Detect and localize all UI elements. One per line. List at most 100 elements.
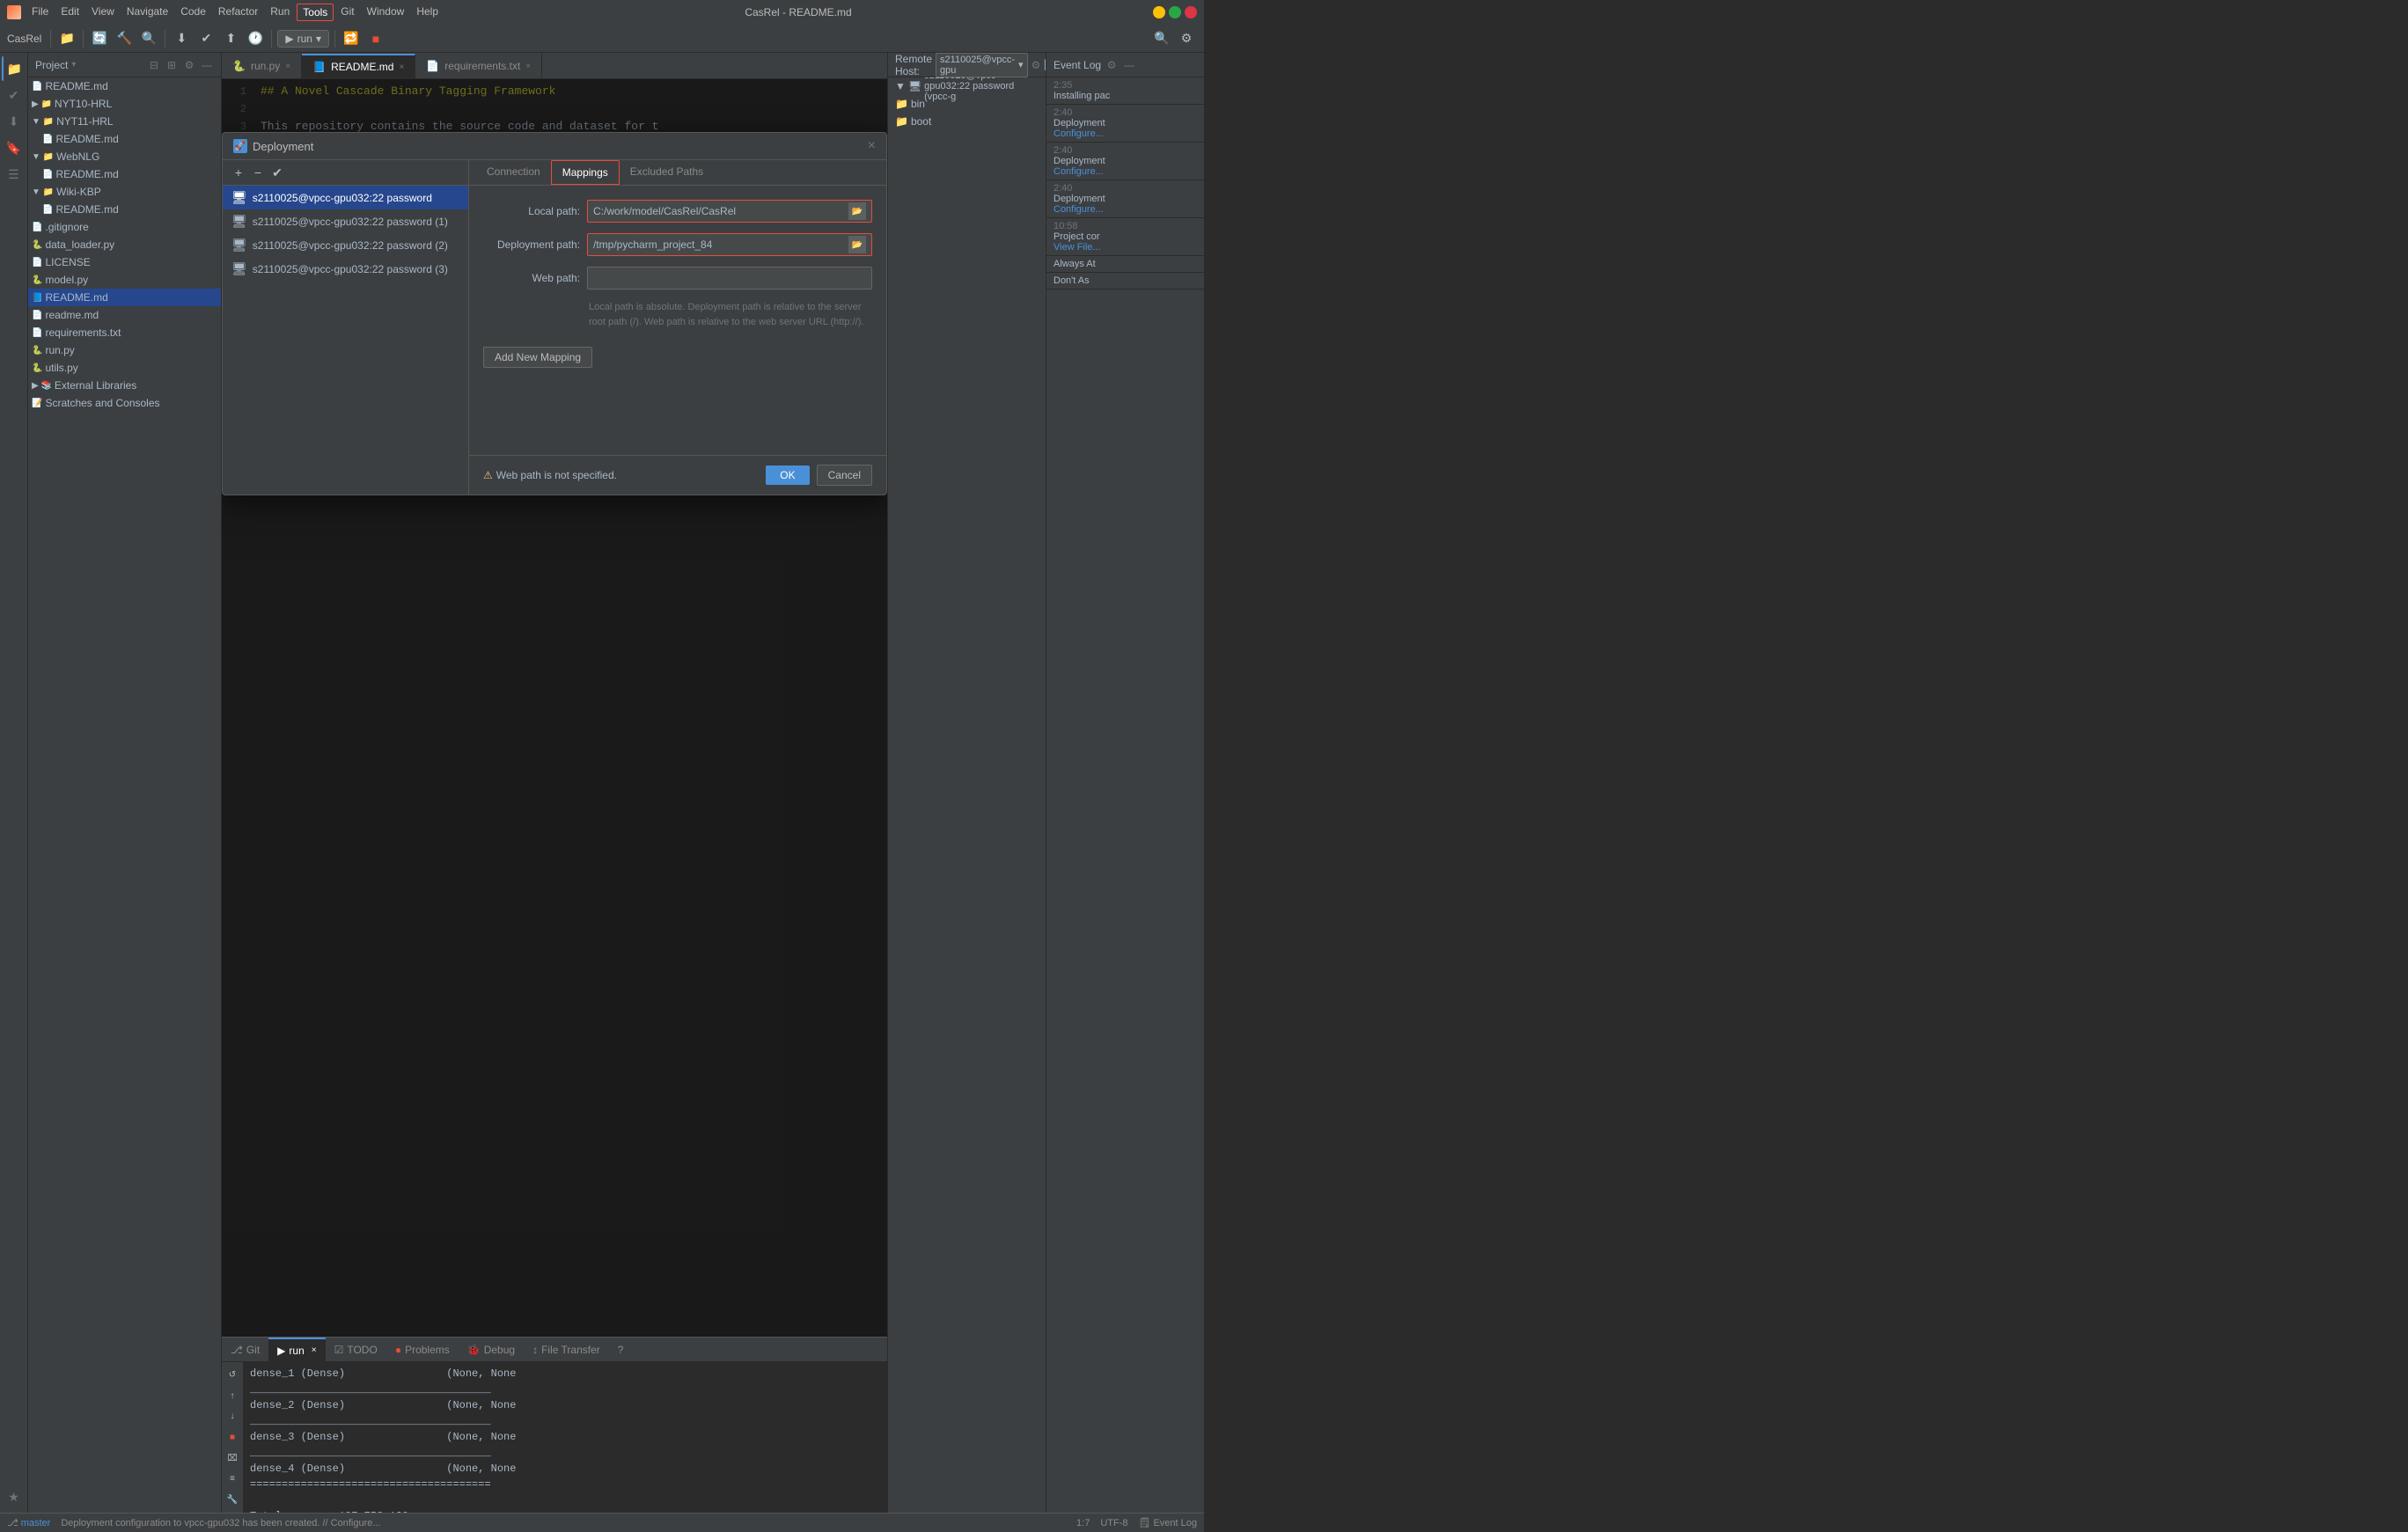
tree-item-external[interactable]: ▶ 📚 External Libraries: [28, 377, 221, 394]
deployment-path-input[interactable]: /tmp/pycharm_project_84 📂: [587, 233, 872, 256]
event-log-settings-btn[interactable]: ⚙: [1105, 58, 1119, 72]
activity-commit[interactable]: ✔: [2, 83, 26, 107]
status-message[interactable]: Deployment configuration to vpcc-gpu032 …: [61, 1518, 380, 1528]
toolbar-rerun-btn[interactable]: 🔁: [341, 28, 362, 49]
menu-view[interactable]: View: [86, 4, 120, 21]
toolbar-stop-btn[interactable]: ■: [365, 28, 386, 49]
term-scroll-up-btn[interactable]: ↑: [222, 1387, 243, 1406]
add-mapping-btn[interactable]: Add New Mapping: [483, 347, 592, 368]
remote-server-root[interactable]: ▼ 🖥 s2110025@vpcc-gpu032:22 password (vp…: [888, 77, 1046, 95]
local-path-input[interactable]: C:/work/model/CasRel/CasRel 📂: [587, 200, 872, 223]
terminal-content[interactable]: dense_1 (Dense) (None, None ____________…: [243, 1362, 887, 1513]
tree-item-model[interactable]: 🐍 model.py: [28, 271, 221, 289]
bottom-tab-todo[interactable]: ☑ TODO: [326, 1338, 386, 1362]
menu-refactor[interactable]: Refactor: [213, 4, 263, 21]
dialog-ok-btn[interactable]: OK: [766, 465, 809, 485]
maximize-button[interactable]: □: [1169, 6, 1181, 18]
event-item-4[interactable]: 10:58 Project cor View File...: [1046, 218, 1204, 256]
server-item-2[interactable]: 🖥 s2110025@vpcc-gpu032:22 password (2): [223, 233, 468, 257]
tab-requirements[interactable]: 📄 requirements.txt ×: [415, 54, 542, 78]
dialog-remove-server-btn[interactable]: −: [249, 164, 267, 181]
dialog-tab-mappings[interactable]: Mappings: [551, 160, 620, 185]
menu-run[interactable]: Run: [265, 4, 295, 21]
tab-readme[interactable]: 📘 README.md ×: [302, 54, 415, 78]
menu-navigate[interactable]: Navigate: [121, 4, 173, 21]
event-link-3[interactable]: Configure...: [1054, 204, 1197, 215]
dialog-check-btn[interactable]: ✔: [268, 164, 286, 181]
dialog-add-server-btn[interactable]: +: [230, 164, 247, 181]
bottom-tab-problems[interactable]: ● Problems: [386, 1338, 459, 1362]
event-log-minimize-btn[interactable]: —: [1122, 58, 1136, 72]
tree-item-readme-lower[interactable]: 📄 readme.md: [28, 306, 221, 324]
dialog-close-btn[interactable]: ×: [868, 138, 876, 154]
dialog-cancel-btn[interactable]: Cancel: [817, 465, 872, 486]
toolbar-open-btn[interactable]: 📁: [56, 28, 77, 49]
event-item-0[interactable]: 2:35 Installing pac: [1046, 77, 1204, 105]
term-settings-btn[interactable]: ≡: [222, 1470, 243, 1489]
tree-item-nyt11[interactable]: ▼ 📁 NYT11-HRL: [28, 113, 221, 130]
activity-project[interactable]: 📁: [2, 56, 26, 81]
remote-settings-btn[interactable]: ⚙: [1031, 58, 1041, 72]
toolbar-search-btn[interactable]: 🔍: [1151, 28, 1172, 49]
event-link-4[interactable]: View File...: [1054, 242, 1197, 253]
dialog-tab-connection[interactable]: Connection: [476, 160, 551, 185]
menu-code[interactable]: Code: [175, 4, 211, 21]
toolbar-commit-btn[interactable]: ✔: [195, 28, 217, 49]
toolbar-push-btn[interactable]: ⬆: [220, 28, 241, 49]
tree-item-dataloader[interactable]: 🐍 data_loader.py: [28, 236, 221, 253]
tree-item-scratches[interactable]: 📝 Scratches and Consoles: [28, 394, 221, 412]
project-settings-btn[interactable]: ⚙: [182, 58, 196, 72]
menu-tools[interactable]: Tools: [297, 4, 334, 21]
toolbar-settings-btn[interactable]: ⚙: [1176, 28, 1197, 49]
tree-item-readme-main[interactable]: 📘 README.md: [28, 289, 221, 306]
toolbar-git-btn[interactable]: ⬇: [171, 28, 192, 49]
project-collapse-btn[interactable]: ⊟: [147, 58, 161, 72]
toolbar-sync-btn[interactable]: 🔄: [89, 28, 110, 49]
term-restart-btn[interactable]: ↺: [222, 1366, 243, 1385]
toolbar-build-btn[interactable]: 🔨: [114, 28, 135, 49]
tab-runpy[interactable]: 🐍 run.py ×: [222, 54, 302, 78]
tree-item-requirements[interactable]: 📄 requirements.txt: [28, 324, 221, 341]
menu-help[interactable]: Help: [411, 4, 444, 21]
event-item-3[interactable]: 2:40 Deployment Configure...: [1046, 180, 1204, 218]
activity-pullrequest[interactable]: ⬇: [2, 109, 26, 134]
tab-requirements-close[interactable]: ×: [525, 62, 531, 71]
event-item-6[interactable]: Don't As: [1046, 273, 1204, 290]
tree-item-wiki[interactable]: ▼ 📁 Wiki-KBP: [28, 183, 221, 201]
tab-runpy-close[interactable]: ×: [285, 62, 290, 71]
project-sort-btn[interactable]: ⊞: [165, 58, 179, 72]
event-link-1[interactable]: Configure...: [1054, 128, 1197, 139]
bottom-tab-git[interactable]: ⎇ Git: [222, 1338, 268, 1362]
bottom-tab-filetransfer[interactable]: ↕ File Transfer: [524, 1338, 609, 1362]
tree-item-readme[interactable]: 📄 README.md: [28, 77, 221, 95]
run-button[interactable]: ▶ run ▾: [277, 30, 329, 48]
status-event-log-badge[interactable]: 🗒 Event Log: [1138, 1517, 1197, 1528]
remote-host-selector[interactable]: s2110025@vpcc-gpu ▾: [936, 53, 1028, 77]
dialog-tab-excluded[interactable]: Excluded Paths: [620, 160, 714, 185]
menu-file[interactable]: File: [26, 4, 54, 21]
activity-structure[interactable]: ☰: [2, 162, 26, 187]
editor-content[interactable]: 1 ## A Novel Cascade Binary Tagging Fram…: [222, 79, 887, 1337]
tab-readme-close[interactable]: ×: [399, 62, 404, 72]
term-stop-btn[interactable]: ■: [222, 1428, 243, 1448]
event-item-5[interactable]: Always At: [1046, 256, 1204, 273]
activity-favorites[interactable]: ★: [2, 1484, 26, 1509]
bottom-tab-help[interactable]: ?: [609, 1338, 633, 1362]
status-git[interactable]: ⎇ master: [7, 1517, 50, 1528]
minimize-button[interactable]: ─: [1153, 6, 1165, 18]
term-close-btn[interactable]: 🔧: [222, 1490, 243, 1509]
tree-item-nyt11-readme[interactable]: 📄 README.md: [28, 130, 221, 148]
tree-item-runpy[interactable]: 🐍 run.py: [28, 341, 221, 359]
tree-item-webnlg-readme[interactable]: 📄 README.md: [28, 165, 221, 183]
tree-item-webnlg[interactable]: ▼ 📁 WebNLG: [28, 148, 221, 165]
server-item-3[interactable]: 🖥 s2110025@vpcc-gpu032:22 password (3): [223, 257, 468, 281]
web-path-input[interactable]: [587, 267, 872, 290]
menu-edit[interactable]: Edit: [55, 4, 84, 21]
bottom-tab-run[interactable]: ▶ run ×: [268, 1338, 325, 1362]
event-link-2[interactable]: Configure...: [1054, 166, 1197, 177]
tree-item-gitignore[interactable]: 📄 .gitignore: [28, 218, 221, 236]
toolbar-inspect-btn[interactable]: 🔍: [138, 28, 159, 49]
close-button[interactable]: ×: [1185, 6, 1197, 18]
event-item-2[interactable]: 2:40 Deployment Configure...: [1046, 143, 1204, 180]
tree-item-wiki-readme[interactable]: 📄 README.md: [28, 201, 221, 218]
